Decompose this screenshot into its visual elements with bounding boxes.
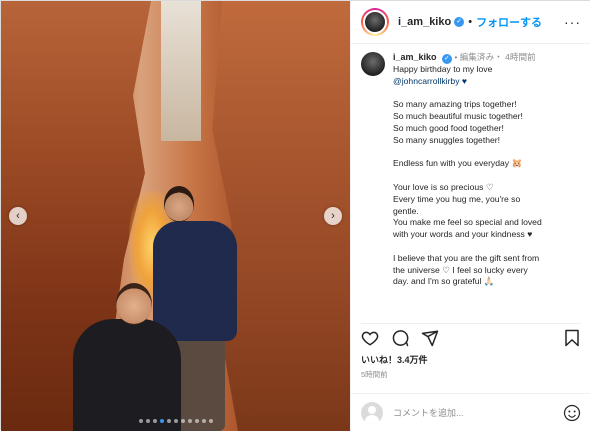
caption-line: Every time you hug me, you're so: [393, 193, 521, 204]
carousel-dot: [138, 419, 143, 423]
man-figure: [73, 319, 181, 431]
comment-bar: [351, 393, 590, 431]
carousel-dot: [152, 419, 157, 423]
caption-text: Happy birthday to my love @johncarrollkir…: [393, 64, 581, 288]
verified-badge-icon: ✓: [441, 54, 452, 64]
caption-line: So many amazing trips together!: [393, 99, 517, 110]
post-timestamp[interactable]: 5時間前: [361, 369, 388, 380]
action-bar: [361, 323, 581, 347]
canyon-sky: [161, 1, 201, 141]
caption-username[interactable]: i_am_kiko: [393, 52, 437, 62]
share-icon[interactable]: [421, 329, 439, 347]
carousel-dots: [1, 419, 350, 423]
author-avatar[interactable]: [361, 8, 389, 36]
carousel-dot: [201, 419, 206, 423]
caption-line: I believe that you are the gift sent fro…: [393, 252, 540, 263]
bookmark-icon[interactable]: [563, 329, 581, 347]
caption-line: Endless fun with you everyday 🐹: [393, 158, 523, 169]
caption-meta: • 編集済み・ 4時間前: [454, 52, 536, 62]
woman-figure-head: [164, 186, 194, 222]
carousel-dot: [187, 419, 192, 423]
caption-line: Your love is so precious ♡: [393, 181, 494, 192]
post-header: i_am_kiko ✓ • フォローする ···: [351, 1, 590, 44]
comment-icon[interactable]: [391, 329, 409, 347]
author-avatar-image: [363, 10, 387, 34]
verified-badge-icon: ✓: [454, 17, 465, 27]
caption-line: Happy birthday to my love: [393, 64, 493, 74]
more-options-button[interactable]: ···: [564, 14, 581, 30]
author-username[interactable]: i_am_kiko: [398, 16, 451, 28]
caption-line: day. and I'm so grateful 🙏🏻: [393, 276, 495, 287]
caption-area: i_am_kiko ✓ • 編集済み・ 4時間前 Happy birthday …: [351, 44, 590, 321]
post-modal: ‹ › i_am_kiko ✓ • フォローする ··· i_am_kiko ✓…: [0, 0, 590, 431]
caption-mention-link[interactable]: @johncarrollkirby ♥: [393, 76, 581, 88]
caption-line: with your words and your kindness ♥: [393, 229, 533, 240]
man-figure-head: [116, 283, 152, 325]
carousel-next-button[interactable]: ›: [324, 207, 342, 225]
caption-body: i_am_kiko ✓ • 編集済み・ 4時間前 Happy birthday …: [393, 52, 581, 321]
caption-avatar[interactable]: [361, 52, 385, 76]
follow-button[interactable]: フォローする: [476, 14, 542, 30]
carousel-prev-button[interactable]: ‹: [9, 207, 27, 225]
caption-line: So much good food together!: [393, 122, 504, 133]
caption-line: the universe ♡ I feel so lucky every: [393, 264, 528, 275]
post-side-panel: i_am_kiko ✓ • フォローする ··· i_am_kiko ✓ • 編…: [350, 1, 590, 431]
carousel-dot: [180, 419, 185, 423]
carousel-dot: [173, 419, 178, 423]
heart-icon[interactable]: [361, 329, 379, 347]
caption-line: So many snuggles together!: [393, 134, 501, 145]
post-photo[interactable]: ‹ ›: [1, 1, 350, 431]
header-separator: •: [468, 16, 473, 28]
carousel-dot: [145, 419, 150, 423]
emoji-icon[interactable]: [563, 404, 581, 422]
caption-line: So much beautiful music together!: [393, 111, 523, 122]
like-count[interactable]: いいね！3.4万件: [361, 353, 428, 366]
carousel-dot: [208, 419, 213, 423]
woman-figure: [153, 221, 237, 341]
caption-line: You make me feel so special and loved: [393, 217, 542, 228]
carousel-dot: [166, 419, 171, 423]
caption-line: gentle.: [393, 205, 419, 216]
carousel-dot: [159, 419, 164, 423]
carousel-dot: [194, 419, 199, 423]
comment-input[interactable]: [393, 407, 553, 418]
user-avatar-icon: [361, 401, 383, 424]
